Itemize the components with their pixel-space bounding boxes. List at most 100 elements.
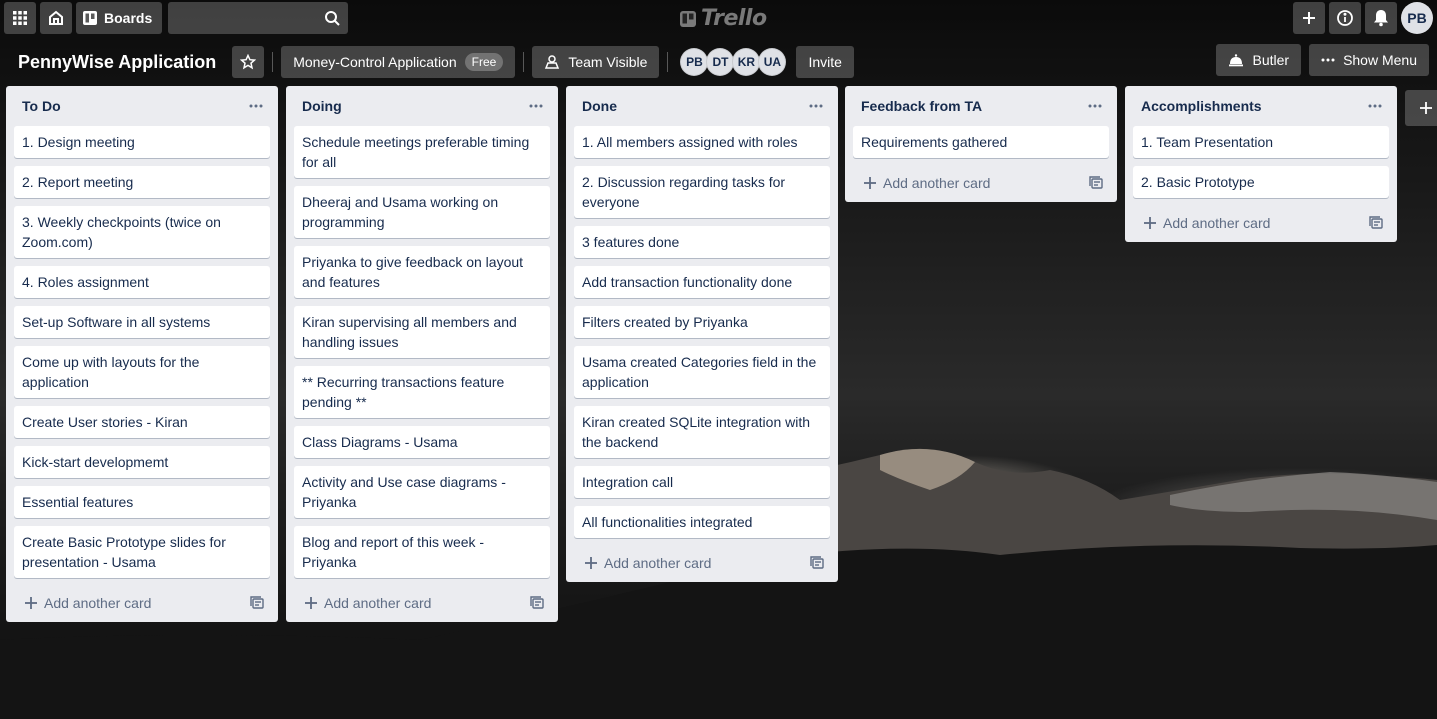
add-list-button[interactable]: [1405, 90, 1437, 126]
card[interactable]: 2. Report meeting: [14, 166, 270, 198]
header-divider: [272, 52, 274, 72]
trello-logo-icon: [680, 10, 696, 27]
card-template-icon[interactable]: [250, 596, 264, 610]
butler-icon: [1229, 54, 1244, 67]
apps-button[interactable]: [4, 2, 36, 34]
card-template-icon[interactable]: [1089, 176, 1103, 190]
create-button[interactable]: [1293, 2, 1325, 34]
more-icon: [809, 104, 823, 108]
card-template-icon[interactable]: [1369, 216, 1383, 230]
plus-icon: [305, 597, 317, 609]
list-title[interactable]: Doing: [302, 98, 342, 114]
show-menu-button[interactable]: Show Menu: [1309, 44, 1429, 76]
list-title[interactable]: To Do: [22, 98, 61, 114]
card[interactable]: Kiran supervising all members and handli…: [294, 306, 550, 358]
list-header: Feedback from TA: [853, 86, 1109, 126]
list-title[interactable]: Done: [582, 98, 617, 114]
add-card-label: Add another card: [604, 555, 712, 571]
card[interactable]: Integration call: [574, 466, 830, 498]
card[interactable]: Priyanka to give feedback on layout and …: [294, 246, 550, 298]
card[interactable]: Create Basic Prototype slides for presen…: [14, 526, 270, 578]
card[interactable]: Blog and report of this week - Priyanka: [294, 526, 550, 578]
team-label: Money-Control Application: [293, 54, 457, 70]
search-icon[interactable]: [324, 10, 340, 26]
top-nav: Boards Trello PB: [0, 0, 1437, 36]
list-title[interactable]: Accomplishments: [1141, 98, 1262, 114]
add-card-button[interactable]: Add another card: [863, 175, 990, 191]
card[interactable]: Class Diagrams - Usama: [294, 426, 550, 458]
list-menu-button[interactable]: [1085, 96, 1105, 116]
add-card-label: Add another card: [1163, 215, 1271, 231]
visibility-button[interactable]: Team Visible: [532, 46, 660, 78]
card[interactable]: All functionalities integrated: [574, 506, 830, 538]
card[interactable]: Add transaction functionality done: [574, 266, 830, 298]
list-footer: Add another card: [1133, 204, 1389, 242]
list-menu-button[interactable]: [806, 96, 826, 116]
list-header: Doing: [294, 86, 550, 126]
trello-logo[interactable]: Trello: [679, 6, 767, 31]
search-input[interactable]: [168, 2, 349, 34]
user-avatar[interactable]: PB: [1401, 2, 1433, 34]
card[interactable]: Requirements gathered: [853, 126, 1109, 158]
card[interactable]: Essential features: [14, 486, 270, 518]
card[interactable]: 4. Roles assignment: [14, 266, 270, 298]
list-menu-button[interactable]: [246, 96, 266, 116]
star-button[interactable]: [232, 46, 265, 78]
add-card-label: Add another card: [324, 595, 432, 611]
list-header: Done: [574, 86, 830, 126]
boards-icon: [83, 11, 97, 25]
butler-label: Butler: [1252, 52, 1290, 68]
add-card-button[interactable]: Add another card: [1143, 215, 1270, 231]
member-avatar[interactable]: KR: [732, 48, 761, 76]
card[interactable]: 1. Team Presentation: [1133, 126, 1389, 158]
card[interactable]: Filters created by Priyanka: [574, 306, 830, 338]
card[interactable]: Create User stories - Kiran: [14, 406, 270, 438]
more-icon: [529, 104, 543, 108]
card[interactable]: 1. All members assigned with roles: [574, 126, 830, 158]
card[interactable]: Kick-start developmemt: [14, 446, 270, 478]
board-title[interactable]: PennyWise Application: [18, 52, 216, 73]
boards-label: Boards: [104, 10, 153, 26]
card[interactable]: Come up with layouts for the application: [14, 346, 270, 398]
list-footer: Add another card: [853, 164, 1109, 202]
notifications-button[interactable]: [1365, 2, 1397, 34]
boards-button[interactable]: Boards: [76, 2, 163, 34]
search-bar[interactable]: [168, 2, 349, 34]
butler-button[interactable]: Butler: [1216, 44, 1302, 76]
card[interactable]: 3. Weekly checkpoints (twice on Zoom.com…: [14, 206, 270, 258]
card[interactable]: Kiran created SQLite integration with th…: [574, 406, 830, 458]
show-menu-label: Show Menu: [1343, 52, 1417, 68]
card[interactable]: Usama created Categories field in the ap…: [574, 346, 830, 398]
card[interactable]: Dheeraj and Usama working on programming: [294, 186, 550, 238]
card[interactable]: 1. Design meeting: [14, 126, 270, 158]
list-title[interactable]: Feedback from TA: [861, 98, 982, 114]
card[interactable]: Set-up Software in all systems: [14, 306, 270, 338]
list-menu-button[interactable]: [526, 96, 546, 116]
list-doing: Doing Schedule meetings preferable timin…: [286, 86, 558, 622]
list-done: Done 1. All members assigned with roles …: [566, 86, 838, 582]
add-card-button[interactable]: Add another card: [584, 555, 711, 571]
card[interactable]: 3 features done: [574, 226, 830, 258]
card[interactable]: Activity and Use case diagrams - Priyank…: [294, 466, 550, 518]
card-template-icon[interactable]: [810, 556, 824, 570]
list-footer: Add another card: [14, 584, 270, 622]
list-footer: Add another card: [574, 544, 830, 582]
add-card-button[interactable]: Add another card: [304, 595, 431, 611]
visibility-label: Team Visible: [568, 54, 648, 70]
home-button[interactable]: [40, 2, 72, 34]
member-avatar[interactable]: DT: [706, 48, 735, 76]
list-menu-button[interactable]: [1365, 96, 1385, 116]
card-template-icon[interactable]: [530, 596, 544, 610]
plus-icon: [1144, 217, 1156, 229]
info-button[interactable]: [1329, 2, 1361, 34]
member-avatar[interactable]: PB: [680, 48, 709, 76]
card[interactable]: ** Recurring transactions feature pendin…: [294, 366, 550, 418]
card[interactable]: Schedule meetings preferable timing for …: [294, 126, 550, 178]
card[interactable]: 2. Basic Prototype: [1133, 166, 1389, 198]
card[interactable]: 2. Discussion regarding tasks for everyo…: [574, 166, 830, 218]
add-card-button[interactable]: Add another card: [24, 595, 151, 611]
list-to-do: To Do 1. Design meeting 2. Report meetin…: [6, 86, 278, 622]
team-button[interactable]: Money-Control Application Free: [281, 46, 516, 78]
member-avatar[interactable]: UA: [758, 48, 787, 76]
invite-button[interactable]: Invite: [796, 46, 854, 78]
